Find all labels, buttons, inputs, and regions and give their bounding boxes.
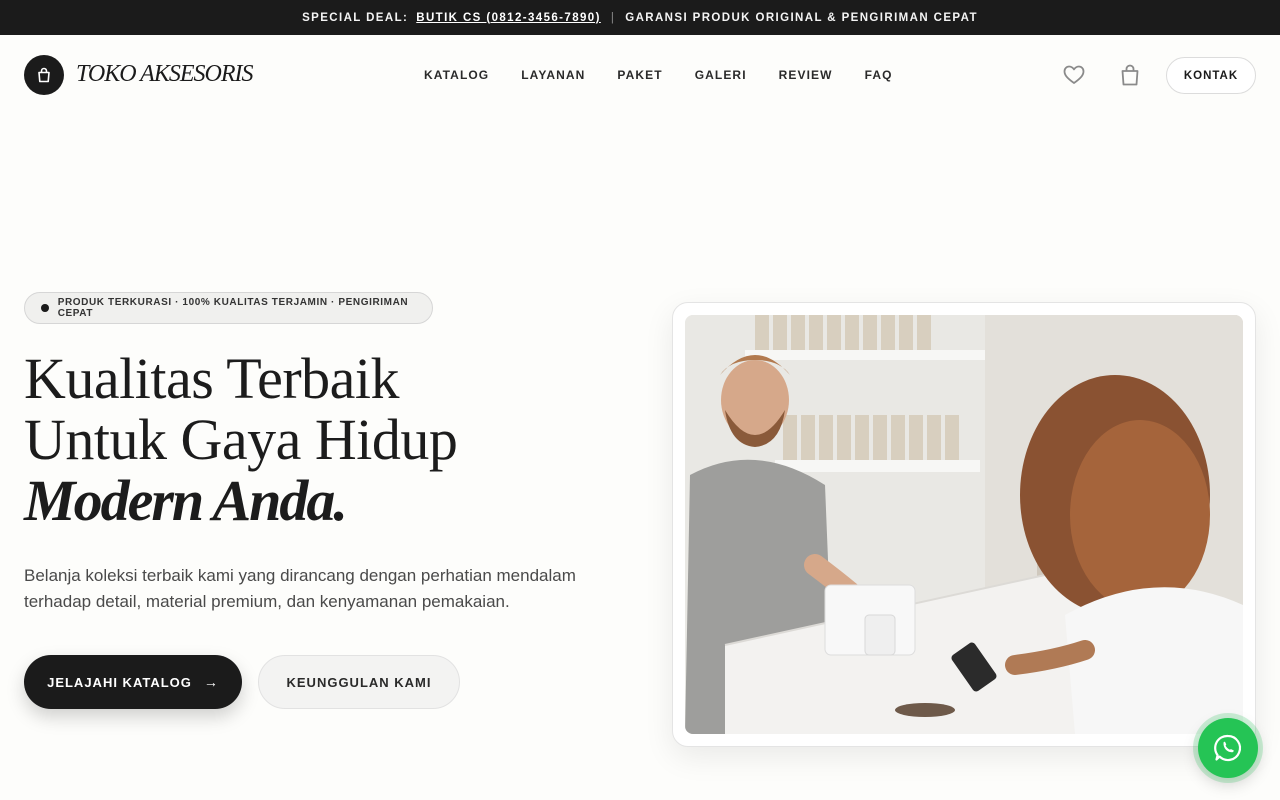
separator: | [610, 11, 616, 24]
headline-line-2: Untuk Gaya Hidup [24, 407, 458, 472]
whatsapp-button[interactable] [1198, 718, 1258, 778]
customer-service-link[interactable]: BUTIK CS (0812-3456-7890) [416, 12, 601, 24]
main-nav: KATALOG LAYANAN PAKET GALERI REVIEW FAQ [408, 35, 909, 115]
hero-image-card [672, 302, 1256, 747]
cart-button[interactable] [1116, 61, 1144, 89]
arrow-right-icon: → [203, 674, 219, 690]
shopping-bag-icon [38, 67, 50, 83]
contact-button[interactable]: KONTAK [1166, 57, 1256, 94]
announcement-bar: SPECIAL DEAL: BUTIK CS (0812-3456-7890) … [0, 0, 1280, 35]
nav-galeri[interactable]: GALERI [679, 60, 763, 90]
nav-review[interactable]: REVIEW [763, 60, 849, 90]
bullet-dot [41, 304, 49, 312]
explore-catalog-label: JELAJAHI KATALOG [47, 674, 192, 690]
store-scene-illustration [685, 315, 1243, 734]
nav-katalog[interactable]: KATALOG [408, 60, 505, 90]
hero-headline: Kualitas Terbaik Untuk Gaya Hidup Modern… [24, 346, 458, 533]
explore-catalog-button[interactable]: JELAJAHI KATALOG → [24, 655, 242, 709]
deal-label: SPECIAL DEAL: [302, 11, 409, 24]
shopping-bag-icon [1121, 64, 1139, 86]
nav-paket[interactable]: PAKET [601, 60, 678, 90]
nav-faq[interactable]: FAQ [849, 60, 909, 90]
brand-name[interactable]: TOKO AKSESORIS [76, 61, 253, 88]
hero-photo [685, 315, 1243, 734]
wishlist-button[interactable] [1060, 61, 1088, 89]
headline-line-3: Modern Anda. [24, 468, 348, 533]
hero-badge: PRODUK TERKURASI · 100% KUALITAS TERJAMI… [24, 292, 433, 324]
heart-icon [1063, 65, 1085, 84]
headline-line-1: Kualitas Terbaik [24, 346, 400, 411]
hero-badge-text: PRODUK TERKURASI · 100% KUALITAS TERJAMI… [57, 297, 409, 319]
our-advantages-button[interactable]: KEUNGGULAN KAMI [258, 655, 460, 709]
hero-description: Belanja koleksi terbaik kami yang diranc… [24, 566, 576, 611]
whatsapp-icon [1214, 734, 1242, 762]
logo-mark[interactable] [24, 55, 64, 95]
site-header: TOKO AKSESORIS KATALOG LAYANAN PAKET GAL… [0, 35, 1280, 115]
nav-layanan[interactable]: LAYANAN [505, 60, 601, 90]
announcement-message: GARANSI PRODUK ORIGINAL & PENGIRIMAN CEP… [625, 11, 978, 24]
